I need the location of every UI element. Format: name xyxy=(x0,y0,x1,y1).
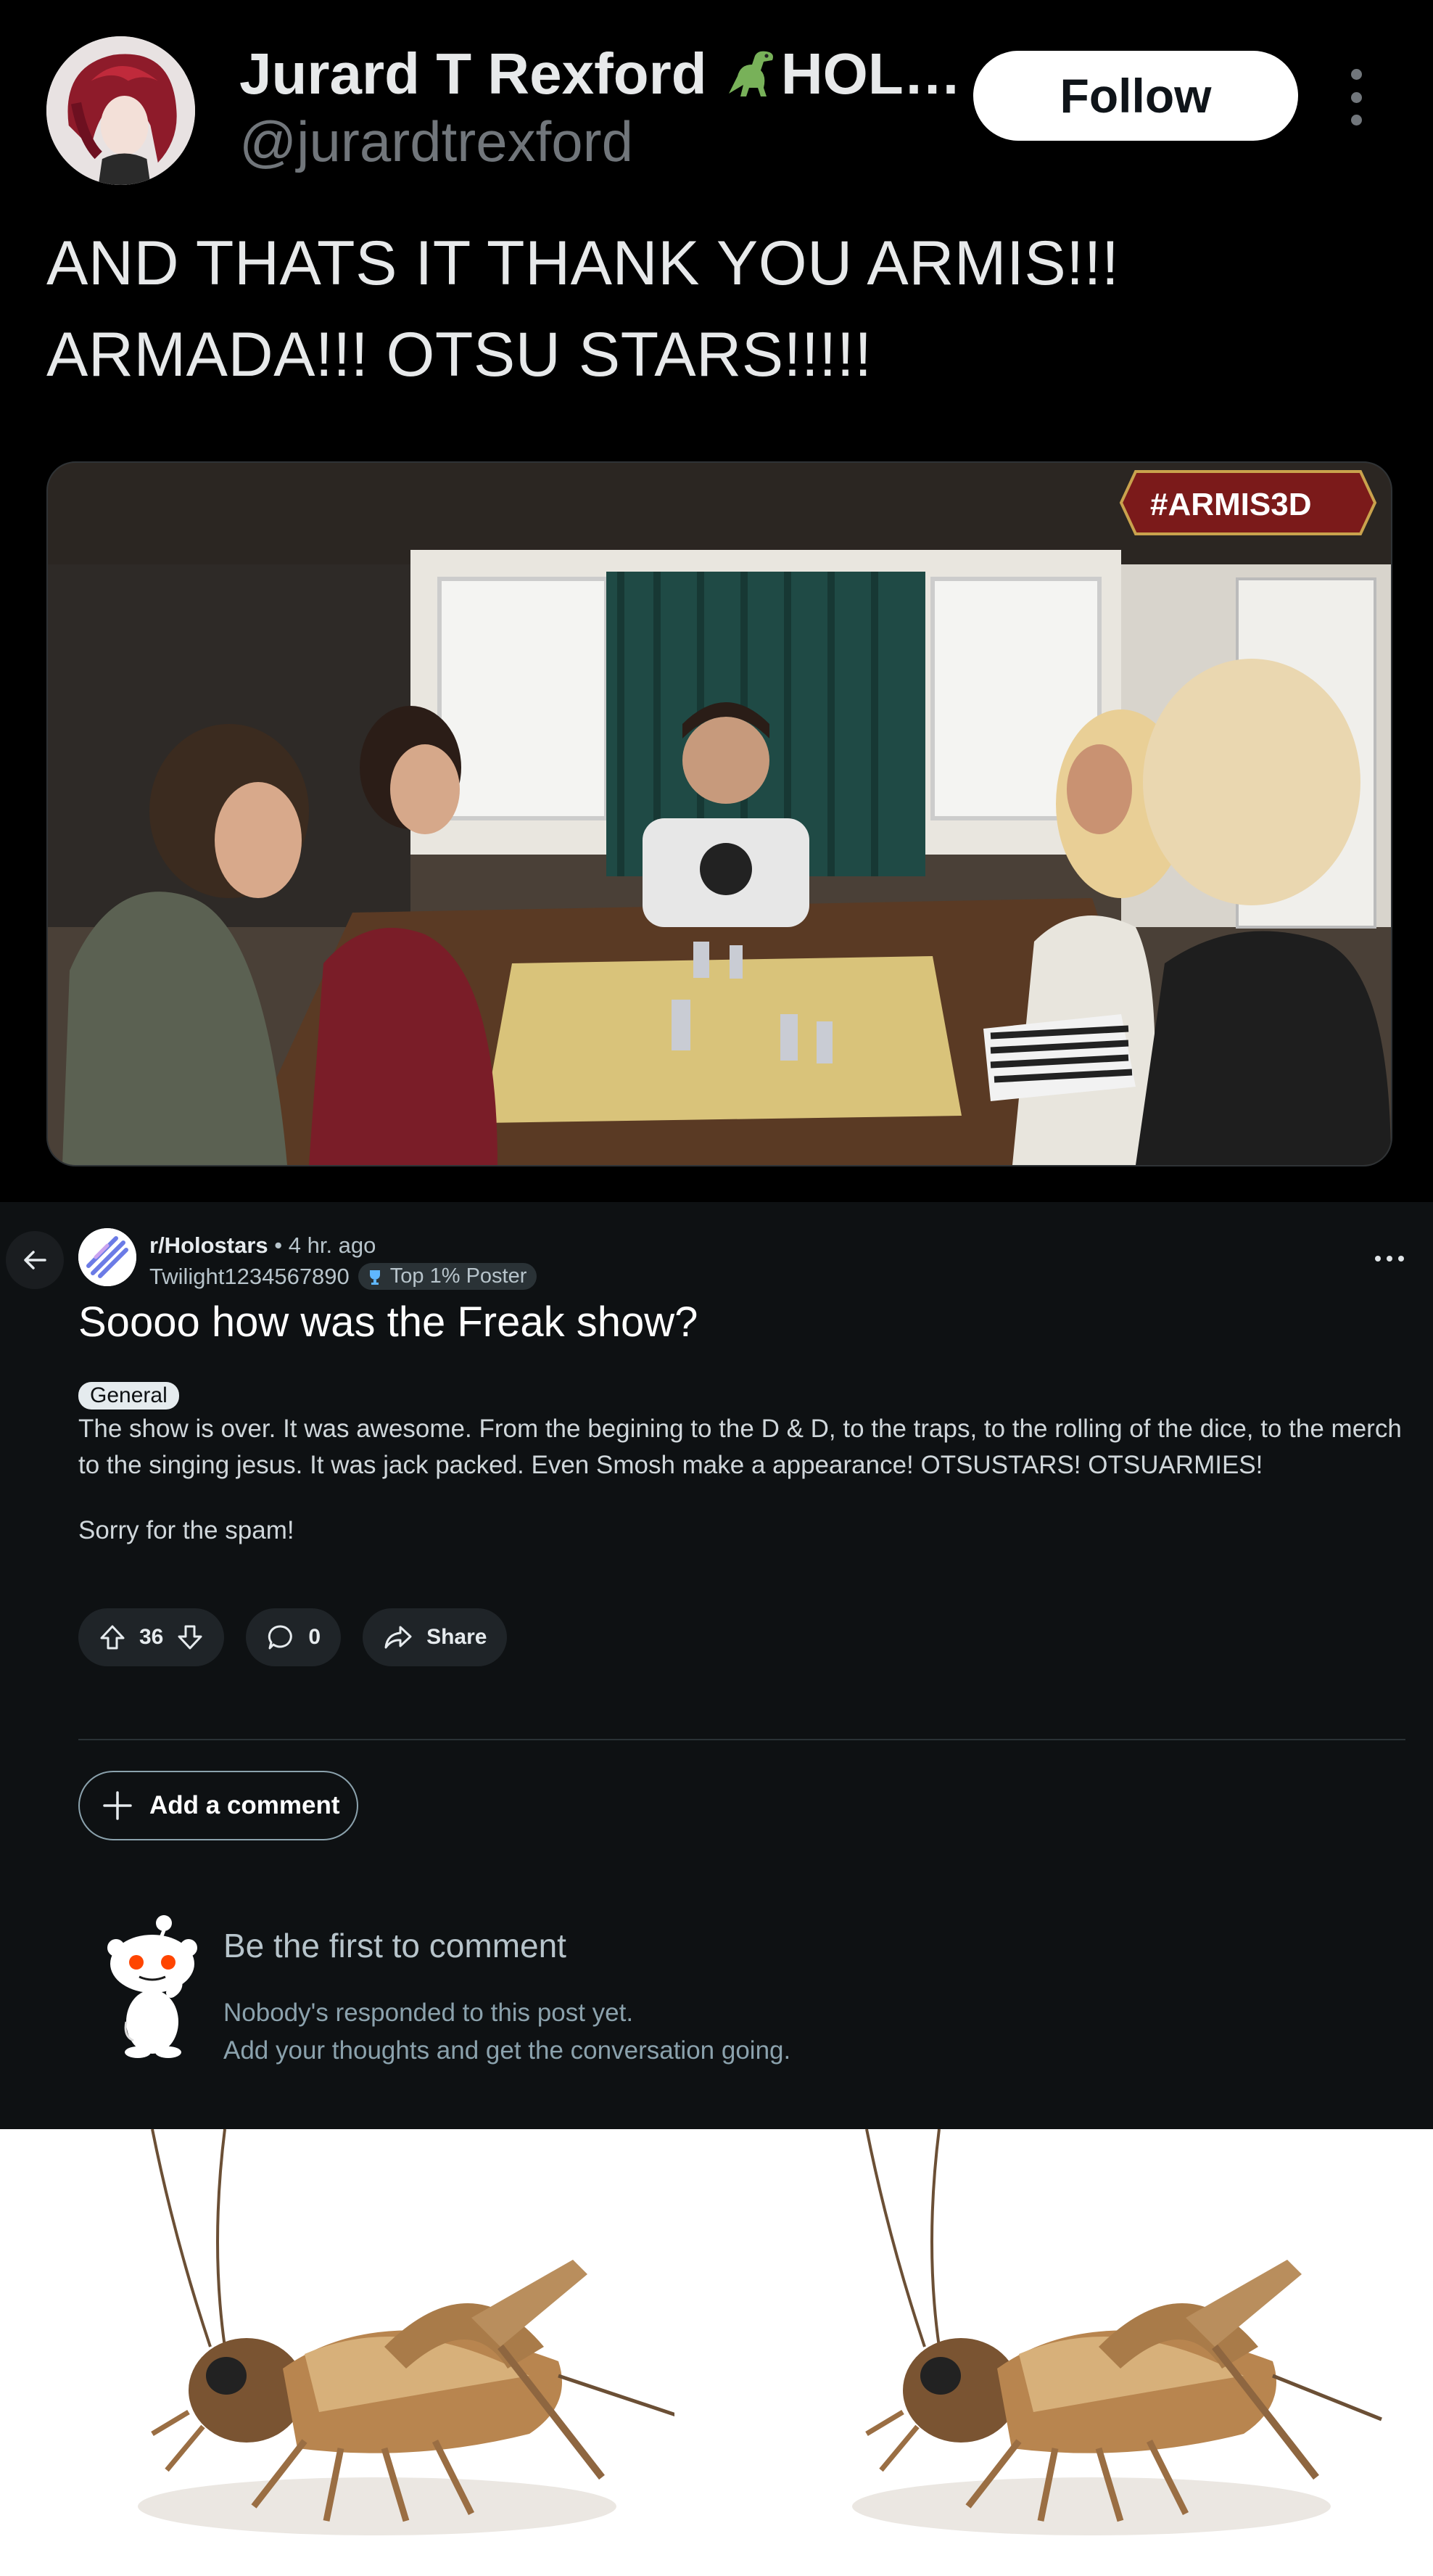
plus-icon xyxy=(103,1791,132,1820)
comment-icon xyxy=(268,1625,293,1650)
upvote-icon[interactable] xyxy=(99,1624,126,1651)
post-author-row: Twilight1234567890 Top 1% Poster xyxy=(149,1263,537,1290)
more-horizontal-icon[interactable] xyxy=(1375,1251,1404,1266)
user-avatar[interactable] xyxy=(46,36,195,185)
snoo-mascot-icon xyxy=(107,1915,197,2058)
share-icon xyxy=(384,1626,412,1649)
comment-count: 0 xyxy=(308,1625,321,1649)
media-hashtag: #ARMIS3D xyxy=(1150,487,1312,522)
downvote-icon[interactable] xyxy=(176,1624,204,1651)
empty-state-title: Be the first to comment xyxy=(223,1927,566,1964)
crickets-image xyxy=(0,2129,1433,2576)
post-meta: r/Holostars • 4 hr. ago xyxy=(149,1233,376,1259)
empty-state-line: Add your thoughts and get the conversati… xyxy=(223,2036,791,2065)
post-body-paragraph: Sorry for the spam! xyxy=(78,1516,294,1544)
share-button[interactable]: Share xyxy=(363,1608,508,1666)
post-actions: 36 0 Share xyxy=(78,1608,508,1666)
vote-control: 36 xyxy=(78,1608,225,1666)
comments-button[interactable]: 0 xyxy=(246,1608,342,1666)
dinosaur-emoji-icon xyxy=(723,44,781,102)
post-body: The show is over. It was awesome. From t… xyxy=(78,1411,1420,1578)
post-body-paragraph: The show is over. It was awesome. From t… xyxy=(78,1415,1402,1479)
post-title[interactable]: Soooo how was the Freak show? xyxy=(78,1298,698,1346)
user-flair: Top 1% Poster xyxy=(358,1263,537,1290)
back-arrow-icon[interactable] xyxy=(6,1231,64,1289)
divider xyxy=(78,1739,1405,1740)
reddit-post: r/Holostars • 4 hr. ago Twilight12345678… xyxy=(0,1202,1433,2129)
add-comment-button[interactable]: Add a comment xyxy=(78,1771,358,1840)
trophy-icon xyxy=(369,1270,380,1285)
vote-count: 36 xyxy=(139,1625,164,1649)
post-flair[interactable]: General xyxy=(78,1382,179,1410)
more-vertical-icon[interactable] xyxy=(1342,69,1371,125)
tweet-media-photo[interactable]: #ARMIS3D xyxy=(46,461,1392,1166)
cricket-illustration xyxy=(852,2129,1382,2535)
display-name[interactable]: Jurard T Rexford HOL… xyxy=(239,41,962,107)
tweet-text: AND THATS IT THANK YOU ARMIS!!! ARMADA!!… xyxy=(46,218,1395,400)
tweet-card: Jurard T Rexford HOL… @jurardtrexford Fo… xyxy=(0,0,1433,1202)
tweet-text-line: ARMADA!!! OTSU STARS!!!!! xyxy=(46,320,872,390)
tweet-text-line: AND THATS IT THANK YOU ARMIS!!! xyxy=(46,229,1120,298)
follow-button[interactable]: Follow xyxy=(973,51,1298,141)
post-time: • 4 hr. ago xyxy=(268,1233,376,1258)
cricket-illustration xyxy=(138,2129,674,2535)
subreddit-icon[interactable] xyxy=(78,1228,136,1286)
post-author[interactable]: Twilight1234567890 xyxy=(149,1264,350,1290)
subreddit-link[interactable]: r/Holostars xyxy=(149,1233,268,1258)
user-handle[interactable]: @jurardtrexford xyxy=(239,109,633,175)
empty-state-line: Nobody's responded to this post yet. xyxy=(223,1999,634,2027)
empty-state-text: Nobody's responded to this post yet. Add… xyxy=(223,1994,790,2070)
